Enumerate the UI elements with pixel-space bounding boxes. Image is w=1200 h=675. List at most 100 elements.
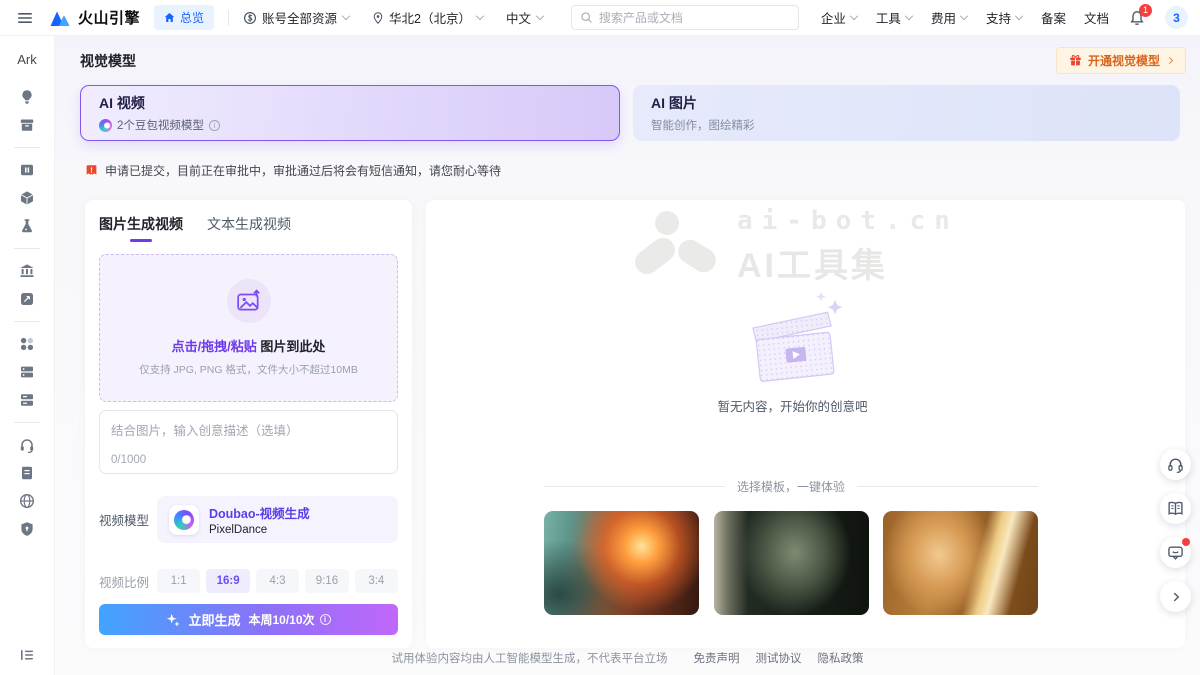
ai-image-card[interactable]: AI 图片 智能创作，图绘精彩: [633, 85, 1180, 141]
top-navbar: 火山引擎 总览 账号全部资源 华北2（北京） 中文 企业 工具 费用: [0, 0, 1200, 36]
tab-text-to-video[interactable]: 文本生成视频: [207, 214, 291, 242]
chevron-down-icon: [342, 12, 350, 20]
chevron-down-icon: [536, 12, 544, 20]
headset-icon: [1167, 456, 1184, 473]
shield-icon[interactable]: [19, 521, 35, 537]
link-docs-label: 文档: [1084, 8, 1109, 27]
sidebar-divider: [14, 248, 40, 249]
brand-name: 火山引擎: [78, 7, 140, 28]
notification-bell[interactable]: 1: [1127, 8, 1147, 28]
collapse-list-icon[interactable]: [19, 647, 35, 663]
page-title: 视觉模型: [80, 51, 136, 71]
video-model-row: 视频模型 Doubao-视频生成 PixelDance: [99, 496, 398, 543]
docs-book-button[interactable]: [1160, 493, 1191, 524]
language-dropdown[interactable]: 中文: [506, 8, 544, 27]
chevron-right-icon: [1169, 590, 1183, 604]
search-input[interactable]: [599, 11, 790, 25]
sidebar-divider: [14, 321, 40, 322]
menu-tools-label: 工具: [876, 8, 901, 27]
model-type-cards: AI 视频 2个豆包视频模型 AI 图片 智能创作，图绘精彩: [80, 85, 1180, 141]
menu-enterprise[interactable]: 企业: [821, 8, 858, 27]
account-resources-label: 账号全部资源: [262, 8, 337, 27]
chevron-down-icon: [1015, 12, 1023, 20]
menu-hamburger-icon[interactable]: [12, 5, 38, 31]
collapse-toolbar-button[interactable]: [1160, 581, 1191, 612]
upload-instruction-highlight: 点击/拖拽/粘贴: [172, 339, 257, 354]
ratio-16-9[interactable]: 16:9: [206, 569, 249, 593]
video-model-selector[interactable]: Doubao-视频生成 PixelDance: [157, 496, 398, 543]
bank-icon[interactable]: [19, 263, 35, 279]
doubao-logo-icon: [99, 119, 112, 132]
menu-billing-label: 费用: [931, 8, 956, 27]
workspace: 图片生成视频 文本生成视频 点击/拖拽/粘贴 图片到此处 仅支持 JPG, PN…: [85, 200, 1185, 648]
approval-alert-text: 申请已提交，目前正在审批中，审批通过后将会有短信通知，请您耐心等待: [105, 162, 501, 179]
ratio-9-16[interactable]: 9:16: [305, 569, 348, 593]
empty-state-illustration: [426, 286, 1159, 391]
chevron-down-icon: [850, 12, 858, 20]
overview-tab[interactable]: 总览: [154, 5, 214, 30]
home-icon: [164, 12, 175, 23]
link-beian[interactable]: 备案: [1041, 8, 1066, 27]
chevron-right-icon: [1166, 57, 1173, 64]
region-dropdown[interactable]: 华北2（北京）: [372, 8, 484, 27]
footer-link-disclaimer[interactable]: 免责声明: [694, 650, 740, 666]
open-visual-model-button[interactable]: 开通视觉模型: [1056, 47, 1186, 74]
video-ratio-row: 视频比例 1:1 16:9 4:3 9:16 3:4: [99, 569, 398, 593]
menu-support[interactable]: 支持: [986, 8, 1023, 27]
server-icon[interactable]: [19, 364, 35, 380]
ai-video-card[interactable]: AI 视频 2个豆包视频模型: [80, 85, 620, 141]
globe-icon[interactable]: [19, 493, 35, 509]
link-docs[interactable]: 文档: [1084, 8, 1109, 27]
server-list-icon[interactable]: [19, 392, 35, 408]
ai-video-card-subtitle-text: 2个豆包视频模型: [117, 117, 204, 133]
sparkle-icon: [166, 613, 180, 627]
feedback-button[interactable]: [1160, 537, 1191, 568]
template-thumb-car-sunset[interactable]: [544, 511, 699, 615]
footer-link-privacy[interactable]: 隐私政策: [818, 650, 864, 666]
image-upload-dropzone[interactable]: 点击/拖拽/粘贴 图片到此处 仅支持 JPG, PNG 格式，文件大小不超过10…: [99, 254, 398, 402]
notebook-icon[interactable]: [19, 465, 35, 481]
generate-button[interactable]: 立即生成 本周10/10次: [99, 604, 398, 635]
chevron-down-icon: [960, 12, 968, 20]
generate-button-label: 立即生成: [188, 610, 240, 629]
alert-ticket-icon: [85, 164, 98, 177]
tab-image-to-video[interactable]: 图片生成视频: [99, 214, 183, 242]
link-beian-label: 备案: [1041, 8, 1066, 27]
flask-icon[interactable]: [19, 218, 35, 234]
rocket-icon[interactable]: [19, 291, 35, 307]
page-footer: 试用体验内容均由人工智能模型生成，不代表平台立场 免责声明 测试协议 隐私政策: [55, 650, 1200, 666]
prompt-textarea[interactable]: [111, 420, 386, 454]
ratio-4-3[interactable]: 4:3: [256, 569, 299, 593]
app-root: 火山引擎 总览 账号全部资源 华北2（北京） 中文 企业 工具 费用: [0, 0, 1200, 675]
ratio-3-4[interactable]: 3:4: [355, 569, 398, 593]
watermark-logo-icon: [631, 210, 723, 284]
template-thumb-child-golden[interactable]: [883, 511, 1038, 615]
info-icon: [320, 614, 331, 625]
feedback-chat-icon: [1167, 544, 1184, 561]
lightbulb-icon[interactable]: [19, 89, 35, 105]
model-card-icon[interactable]: [19, 162, 35, 178]
apps-icon[interactable]: [19, 336, 35, 352]
upload-icon-circle: [227, 279, 271, 323]
user-avatar[interactable]: 3: [1165, 6, 1188, 29]
floating-toolbar: [1160, 449, 1191, 612]
open-book-icon: [1167, 500, 1184, 517]
template-divider-text: 选择模板，一键体验: [737, 478, 845, 495]
footer-link-agreement[interactable]: 测试协议: [756, 650, 802, 666]
headset-icon[interactable]: [19, 437, 35, 453]
ratio-options: 1:1 16:9 4:3 9:16 3:4: [157, 569, 398, 593]
archive-box-icon[interactable]: [19, 117, 35, 133]
menu-billing[interactable]: 费用: [931, 8, 968, 27]
account-resources-dropdown[interactable]: 账号全部资源: [243, 8, 350, 27]
cube-icon[interactable]: [19, 190, 35, 206]
resources-icon: [243, 11, 257, 25]
menu-enterprise-label: 企业: [821, 8, 846, 27]
ratio-1-1[interactable]: 1:1: [157, 569, 200, 593]
menu-tools[interactable]: 工具: [876, 8, 913, 27]
template-thumb-child-shadow[interactable]: [714, 511, 869, 615]
customer-service-button[interactable]: [1160, 449, 1191, 480]
prompt-input-box: 0/1000: [99, 410, 398, 474]
brand-logo[interactable]: 火山引擎: [48, 7, 140, 28]
volcengine-logo-icon: [48, 8, 72, 28]
upload-instruction: 点击/拖拽/粘贴 图片到此处: [172, 336, 326, 355]
